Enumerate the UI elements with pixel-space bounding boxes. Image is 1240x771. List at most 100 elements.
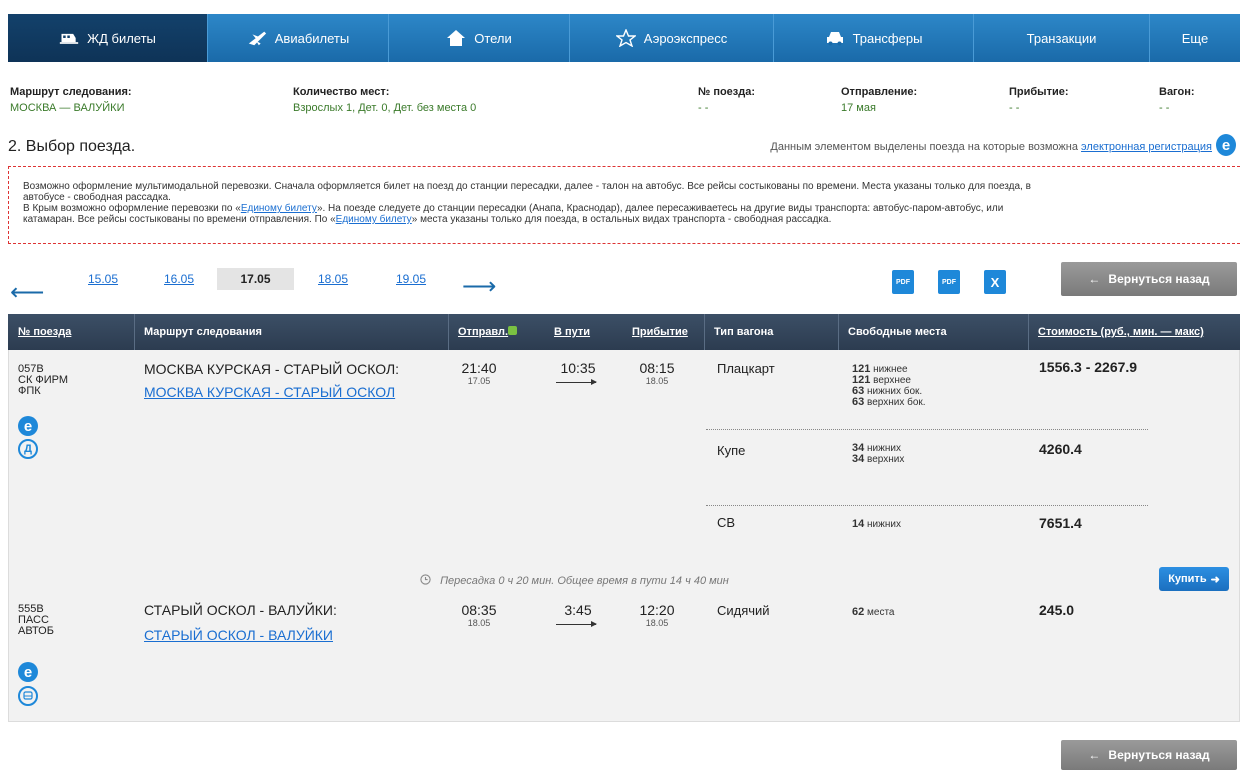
info-line-3: В Крым возможно оформление перевозки по … [23,203,1004,214]
filter-icon[interactable] [508,326,517,335]
car-type: Купе [717,443,746,458]
nav-item-air[interactable]: Авиабилеты [208,14,389,62]
nav-label-more: Еще [1181,30,1209,46]
nav-label-hotels: Отели [474,30,512,46]
arrow-left-icon: ← [1088,272,1101,286]
back-button[interactable]: ← Вернуться назад [1061,262,1237,296]
nav-label-aeroexpress: Аэроэкспресс [643,30,728,46]
route-title: СТАРЫЙ ОСКОЛ - ВАЛУЙКИ: [144,602,337,618]
nav-label-air: Авиабилеты [274,30,350,46]
route-link[interactable]: МОСКВА КУРСКАЯ - СТАРЫЙ ОСКОЛ [144,384,395,400]
summary-car-value: - - [1159,102,1170,114]
e-registration-icon: e [18,416,38,436]
car-type: Плацкарт [717,361,775,376]
route-link[interactable]: СТАРЫЙ ОСКОЛ - ВАЛУЙКИ [144,627,333,643]
table-header: № поезда Маршрут следования Отправл. В п… [8,314,1240,350]
summary-car-label: Вагон: [1159,86,1195,98]
arrow-right-icon: ➜ [1210,573,1220,586]
aeroexpress-star-icon [615,29,636,47]
ereg-note-text: Данным элементом выделены поезда на кото… [770,141,1078,153]
train-table [8,350,1240,722]
summary-seats-label: Количество мест: [293,86,390,98]
nav-label-transactions: Транзакции [1026,30,1097,46]
departure-time: 21:40 [461,360,497,376]
col-header-price[interactable]: Стоимость (руб., мин. — макс) [1038,326,1204,338]
buy-button-label: Купить [1168,573,1207,585]
summary-route-label: Маршрут следования: [10,86,132,98]
summary-departure-value: 17 мая [841,102,876,114]
nav-label-transfers: Трансферы [852,30,923,46]
ereg-link[interactable]: электронная регистрация [1081,141,1212,153]
car-type: СВ [717,515,736,530]
date-tab-active[interactable]: 17.05 [217,268,294,290]
pdf-export-icon[interactable]: PDF [892,270,914,294]
travel-duration: 3:45 [564,602,592,618]
nav-item-aeroexpress[interactable]: Аэроэкспресс [570,14,774,62]
back-button-label: Вернуться назад [1108,748,1210,762]
duration-arrow-icon [556,379,597,385]
train-icon [59,29,79,47]
multimodal-info-box: Возможно оформление мультимодальной пере… [8,166,1240,244]
summary-seats: Количество мест: Взрослых 1, Дет. 0, Дет… [293,86,476,114]
date-tab[interactable]: 15.05 [88,272,118,286]
back-button-bottom[interactable]: ← Вернуться назад [1061,740,1237,770]
page-title: 2. Выбор поезда. [8,138,136,155]
price: 245.0 [1039,602,1075,618]
summary-route: Маршрут следования: МОСКВА — ВАЛУЙКИ [10,86,132,114]
transfer-info: Пересадка 0 ч 20 мин. Общее время в пути… [420,574,729,587]
clock-icon [420,574,434,587]
col-header-train[interactable]: № поезда [18,326,71,338]
train-carrier: ФПК [18,385,41,397]
nav-item-more[interactable]: Еще [1150,14,1240,62]
bus-icon [18,686,38,706]
col-header-depart[interactable]: Отправл. [458,326,508,338]
nav-item-rail[interactable]: ЖД билеты [8,14,208,62]
arrival-date: 18.05 [645,618,669,628]
free-seats: 34 нижних 34 верхних [852,442,905,465]
e-registration-icon: e [1216,134,1236,156]
date-tab[interactable]: 19.05 [396,272,426,286]
col-header-route: Маршрут следования [144,326,262,338]
duration-arrow-icon [556,621,597,627]
single-ticket-link[interactable]: Единому билету [241,203,317,214]
nav-item-hotels[interactable]: Отели [389,14,570,62]
top-nav: ЖД билеты Авиабилеты Отели Аэроэкспресс … [8,14,1240,62]
departure-time: 08:35 [461,602,497,618]
arrival-date: 18.05 [645,376,669,386]
summary-seats-value: Взрослых 1, Дет. 0, Дет. без места 0 [293,102,477,114]
single-ticket-link-2[interactable]: Единому билету [336,214,412,225]
long-distance-icon: Д [18,439,38,459]
transfer-text: Пересадка 0 ч 20 мин. Общее время в пути… [440,575,729,587]
house-icon [446,29,466,47]
date-tab[interactable]: 16.05 [164,272,194,286]
price: 1556.3 - 2267.9 [1039,359,1138,375]
next-dates-arrow-icon[interactable]: ⟶ [462,272,496,301]
e-registration-icon: e [18,662,38,682]
prev-dates-arrow-icon[interactable]: ⟵ [10,278,44,307]
free-seats: 121 нижнее 121 верхнее 63 нижних бок. 63… [852,363,926,408]
price: 7651.4 [1039,515,1082,531]
nav-item-transfers[interactable]: Трансферы [774,14,974,62]
col-header-arrive[interactable]: Прибытие [632,326,688,338]
summary-train-label: № поезда: [698,86,756,98]
col-header-duration[interactable]: В пути [554,326,590,338]
date-tab[interactable]: 18.05 [318,272,348,286]
excel-export-icon[interactable]: X [984,270,1006,294]
nav-item-transactions[interactable]: Транзакции [974,14,1150,62]
ereg-note: Данным элементом выделены поезда на кото… [770,141,1212,153]
plane-icon [247,29,267,47]
departure-date: 17.05 [467,376,491,386]
booking-summary: Маршрут следования: МОСКВА — ВАЛУЙКИ Кол… [10,86,1235,122]
pdf-table-export-icon[interactable]: PDF [938,270,960,294]
summary-train-value: - - [698,102,709,114]
info-line-1: Возможно оформление мультимодальной пере… [23,181,1031,192]
departure-date: 18.05 [467,618,491,628]
summary-departure-label: Отправление: [841,86,918,98]
train-carrier: АВТОБ [18,625,54,637]
summary-car: Вагон: - - [1159,86,1195,114]
travel-duration: 10:35 [560,360,596,376]
buy-button[interactable]: Купить ➜ [1159,567,1229,591]
col-header-seats: Свободные места [848,326,947,338]
car-type: Сидячий [717,603,770,618]
arrow-left-icon: ← [1088,748,1101,762]
